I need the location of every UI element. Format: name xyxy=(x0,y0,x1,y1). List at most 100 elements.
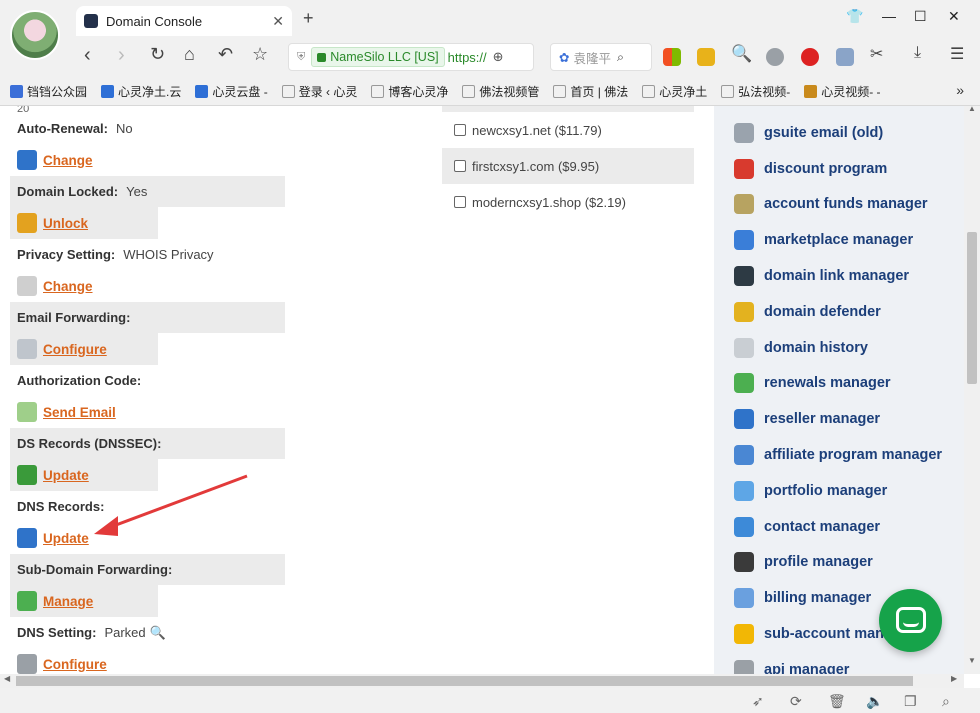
action-link[interactable]: Manage xyxy=(43,594,93,609)
magnifier-icon[interactable]: 🔍 xyxy=(150,625,166,641)
search-icon[interactable]: ⌕ xyxy=(617,50,624,65)
link-globe-icon xyxy=(734,266,754,287)
menu-item-label: renewals manager xyxy=(764,375,891,392)
back-icon[interactable]: ‹ xyxy=(84,44,91,67)
bookmark-item[interactable]: 心灵视频- - xyxy=(804,83,881,100)
suggestion-checkbox[interactable] xyxy=(454,160,466,172)
suggestion-row: newcxsy1.net ($11.79) xyxy=(442,112,694,148)
rocket-icon[interactable]: ➶ xyxy=(752,693,764,710)
menu-icon[interactable]: ☰ xyxy=(950,44,964,64)
close-window-icon[interactable]: ✕ xyxy=(948,8,960,25)
scroll-left-icon[interactable]: ◀ xyxy=(4,674,10,683)
menu-item[interactable]: gsuite email (old) xyxy=(714,115,964,151)
active-tab[interactable]: Domain Console ✕ xyxy=(76,6,292,36)
vertical-scroll-thumb[interactable] xyxy=(967,232,977,384)
detail-value: Parked xyxy=(104,625,146,640)
menu-item-label: domain history xyxy=(764,339,868,356)
bookmark-item[interactable]: 弘法视频- xyxy=(721,83,790,100)
bookmark-star-icon[interactable]: ☆ xyxy=(252,44,268,65)
menu-item-label: domain defender xyxy=(764,303,881,320)
money-bag-icon xyxy=(734,194,754,215)
zoom-icon[interactable]: ⊕ xyxy=(493,49,504,65)
chat-button[interactable] xyxy=(879,589,942,652)
horizontal-scroll-thumb[interactable] xyxy=(16,676,913,686)
ev-certificate-badge[interactable]: NameSilo LLC [US] xyxy=(311,47,445,67)
bookmark-item[interactable]: 心灵云盘 - xyxy=(195,83,268,100)
menu-item[interactable]: portfolio manager xyxy=(714,473,964,509)
window-icon[interactable]: ❐ xyxy=(904,693,917,710)
renew-arrow-icon xyxy=(734,373,754,394)
suggestion-checkbox[interactable] xyxy=(454,124,466,136)
maximize-icon[interactable]: ☐ xyxy=(914,8,927,25)
bookmark-item[interactable]: 心灵净土 xyxy=(642,83,707,100)
menu-item[interactable]: reseller manager xyxy=(714,401,964,437)
bookmark-favicon-icon xyxy=(10,84,23,98)
menu-item[interactable]: domain defender xyxy=(714,294,964,330)
scroll-up-icon[interactable]: ▲ xyxy=(968,104,976,113)
menu-item[interactable]: profile manager xyxy=(714,545,964,581)
network-ext-icon[interactable] xyxy=(766,48,784,66)
menu-item[interactable]: domain link manager xyxy=(714,258,964,294)
menu-item[interactable]: marketplace manager xyxy=(714,222,964,258)
vertical-scrollbar[interactable]: ▲ ▼ xyxy=(964,104,980,674)
horizontal-scrollbar[interactable]: ◀ ▶ xyxy=(0,674,964,688)
toolbar: ‹ › ↻ ⌂ ↶ ☆ ⛨ NameSilo LLC [US] https://… xyxy=(0,40,980,74)
suggestion-checkbox[interactable] xyxy=(454,196,466,208)
menu-item-label: contact manager xyxy=(764,518,881,535)
search-icon[interactable]: ⌕ xyxy=(942,693,950,710)
menu-item[interactable]: account funds manager xyxy=(714,187,964,223)
namesilo-favicon-icon xyxy=(84,14,98,28)
menu-item[interactable]: affiliate program manager xyxy=(714,437,964,473)
url-text: https:// xyxy=(447,49,487,65)
bookmark-item[interactable]: 铛铛公众园 xyxy=(10,83,87,100)
bookmark-item[interactable]: 佛法视频管 xyxy=(462,83,539,100)
menu-item[interactable]: discount program xyxy=(714,151,964,187)
bookmark-favicon-icon xyxy=(804,84,818,98)
folder-icon xyxy=(734,480,754,501)
bookmark-favicon-icon xyxy=(101,84,115,98)
action-link[interactable]: Configure xyxy=(43,657,107,672)
menu-item[interactable]: renewals manager xyxy=(714,366,964,402)
scissors-icon[interactable]: ✂ xyxy=(870,44,883,64)
chat-icon xyxy=(896,607,926,633)
home-icon[interactable]: ⌂ xyxy=(184,44,195,65)
menu-item[interactable]: contact manager xyxy=(714,509,964,545)
menu-item[interactable]: api manager xyxy=(714,652,964,674)
search-placeholder: 袁隆平 xyxy=(573,51,611,66)
detail-action-row: Configure xyxy=(10,648,158,674)
menu-item-label: account funds manager xyxy=(764,196,928,213)
download-ext-icon[interactable] xyxy=(836,48,854,66)
adblock-ext-icon[interactable] xyxy=(801,48,819,66)
downloads-icon[interactable]: ⤓ xyxy=(914,44,921,62)
more-bookmarks-icon[interactable]: » xyxy=(956,82,964,98)
shirt-skin-icon[interactable]: 👕 xyxy=(846,8,863,25)
bookmark-item[interactable]: 博客心灵净 xyxy=(371,83,448,100)
scroll-down-icon[interactable]: ▼ xyxy=(968,656,976,665)
bookmark-item[interactable]: 登录 ‹ 心灵 xyxy=(281,83,357,100)
magnifier-ext-icon[interactable]: 🔍 xyxy=(731,44,752,64)
menu-item-label: reseller manager xyxy=(764,411,881,428)
trash-icon[interactable]: 🗑 xyxy=(828,693,846,710)
forward-icon[interactable]: › xyxy=(118,44,125,67)
page-icon xyxy=(642,84,656,98)
contacts-icon xyxy=(734,516,754,537)
new-tab-icon[interactable]: + xyxy=(303,8,314,29)
refresh-icon[interactable]: ⟳ xyxy=(790,693,802,710)
page-icon xyxy=(553,84,567,98)
bookmark-item[interactable]: 心灵净土.云 xyxy=(101,83,181,100)
reload-icon[interactable]: ↻ xyxy=(150,44,165,65)
shield-icon xyxy=(734,301,754,322)
windows-ext-icon[interactable] xyxy=(663,48,681,66)
bookmark-item[interactable]: 首页 | 佛法 xyxy=(553,83,628,100)
search-input[interactable]: ✿ 袁隆平 ⌕ xyxy=(550,43,652,71)
menu-item[interactable]: domain history xyxy=(714,330,964,366)
minimize-icon[interactable]: — xyxy=(882,8,896,24)
tiger-ext-icon[interactable] xyxy=(697,48,715,66)
address-bar[interactable]: ⛨ NameSilo LLC [US] https:// ⊕ xyxy=(288,43,534,71)
speaker-icon[interactable]: 🔈 xyxy=(866,693,883,710)
close-tab-icon[interactable]: ✕ xyxy=(272,13,284,30)
scroll-right-icon[interactable]: ▶ xyxy=(951,674,957,683)
undo-icon[interactable]: ↶ xyxy=(218,44,233,65)
status-bar: ➶ ⟳ 🗑 🔈 ❐ ⌕ xyxy=(0,688,980,713)
menu-item-label: domain link manager xyxy=(764,268,910,285)
